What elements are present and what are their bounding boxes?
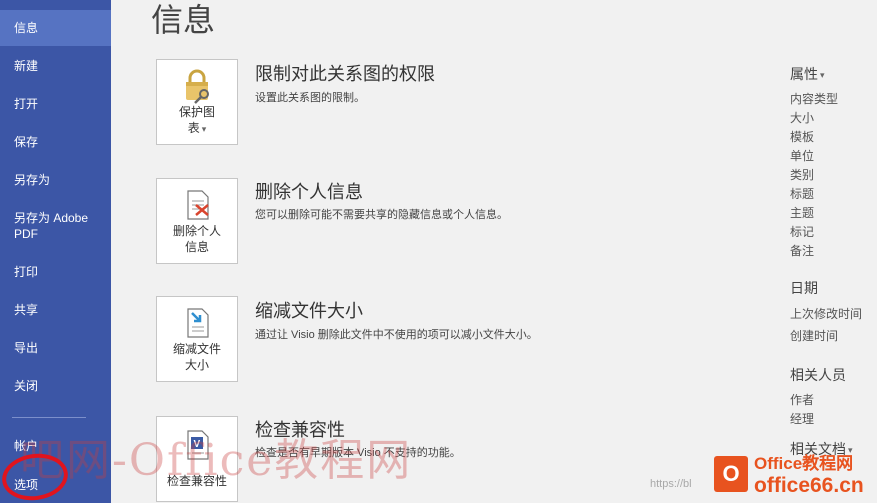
section-remove-info-desc: 您可以删除可能不需要共享的隐藏信息或个人信息。 [255,209,508,221]
section-reduce-desc: 通过让 Visio 删除此文件中不使用的项可以减小文件大小。 [255,329,538,341]
prop-content-type: 内容类型 [790,92,839,106]
remove-personal-info-button[interactable]: 删除个人信息 [156,178,238,264]
watermark-url: https://bl [650,478,692,490]
prop-category: 类别 [790,168,815,182]
office-logo-icon: O [714,456,748,492]
reduce-file-size-button[interactable]: 缩减文件大小 [156,296,238,382]
prop-template: 模板 [790,130,815,144]
protect-button-label: 保护图表 ▾ [178,105,215,135]
lock-key-icon [186,69,209,104]
document-remove-icon [187,190,209,220]
prop-comments: 备注 [790,244,815,258]
properties-heading[interactable]: 属性 ▾ [790,65,825,84]
protect-diagram-button[interactable]: 保护图表 ▾ [156,59,238,145]
prop-subject: 主题 [790,206,815,220]
reduce-size-button-label: 缩减文件大小 [172,342,221,372]
section-restrict-title: 限制对此关系图的权限 [255,64,435,84]
nav-info[interactable]: 信息 [0,10,111,46]
nav-divider [12,417,86,418]
chevron-down-icon: ▾ [820,70,825,81]
nav-open[interactable]: 打开 [0,96,111,112]
date-last-modified: 上次修改时间 [790,307,863,321]
watermark-text: 吧网-Office教程网 [20,435,413,486]
nav-share[interactable]: 共享 [0,302,111,318]
prop-size: 大小 [790,111,815,125]
nav-export[interactable]: 导出 [0,340,111,356]
backstage-sidebar: 信息 新建 打开 保存 另存为 另存为 Adobe PDF 打印 共享 导出 关… [0,0,111,503]
watermark-logo: O Office教程网 office66.cn [712,452,872,500]
dates-heading: 日期 [790,280,818,296]
person-author: 作者 [790,393,815,407]
nav-close[interactable]: 关闭 [0,378,111,394]
people-heading: 相关人员 [790,367,846,383]
remove-info-button-label: 删除个人信息 [172,224,221,254]
watermark-logo-line2: office66.cn [754,474,864,497]
section-restrict-desc: 设置此关系图的限制。 [255,92,365,104]
section-reduce-title: 缩减文件大小 [255,301,363,321]
nav-save[interactable]: 保存 [0,134,111,150]
person-manager: 经理 [790,412,815,426]
nav-save-as[interactable]: 另存为 [0,172,111,188]
section-remove-info-title: 删除个人信息 [255,182,363,202]
nav-save-as-pdf[interactable]: 另存为 Adobe PDF [0,210,100,242]
date-created: 创建时间 [790,329,839,343]
nav-print[interactable]: 打印 [0,264,111,280]
prop-units: 单位 [790,149,815,163]
compress-file-icon [187,308,209,338]
page-title: 信息 [151,2,216,38]
prop-tags: 标记 [790,225,815,239]
prop-title: 标题 [790,187,815,201]
nav-new[interactable]: 新建 [0,58,111,74]
watermark-logo-line1: Office教程网 [754,454,854,473]
